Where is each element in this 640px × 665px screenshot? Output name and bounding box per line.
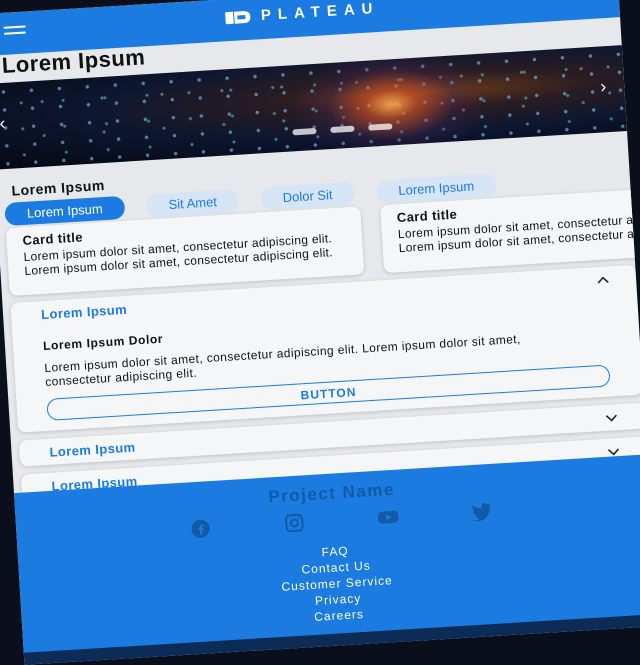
- facebook-icon[interactable]: [186, 517, 215, 541]
- brand-logo[interactable]: PLATEAU: [0, 0, 619, 41]
- accordion-title: Lorem Ipsum: [40, 301, 128, 322]
- accordion-title: Lorem Ipsum: [49, 439, 136, 460]
- section-title: Lorem Ipsum: [11, 176, 106, 199]
- chevron-right-icon[interactable]: ›: [600, 76, 607, 97]
- chevron-up-icon: [597, 276, 609, 284]
- app-screen: PLATEAU Lorem Ipsum ‹ › Lorem Ipsum Lore…: [0, 0, 640, 665]
- youtube-icon[interactable]: [374, 505, 403, 529]
- twitter-icon[interactable]: [467, 500, 496, 524]
- chevron-down-icon: [605, 414, 617, 422]
- chip[interactable]: Sit Amet: [145, 188, 240, 218]
- instagram-icon[interactable]: [280, 511, 309, 535]
- brand-name: PLATEAU: [260, 0, 380, 25]
- chip[interactable]: Dolor Sit: [260, 181, 356, 211]
- logo-icon: [224, 11, 250, 25]
